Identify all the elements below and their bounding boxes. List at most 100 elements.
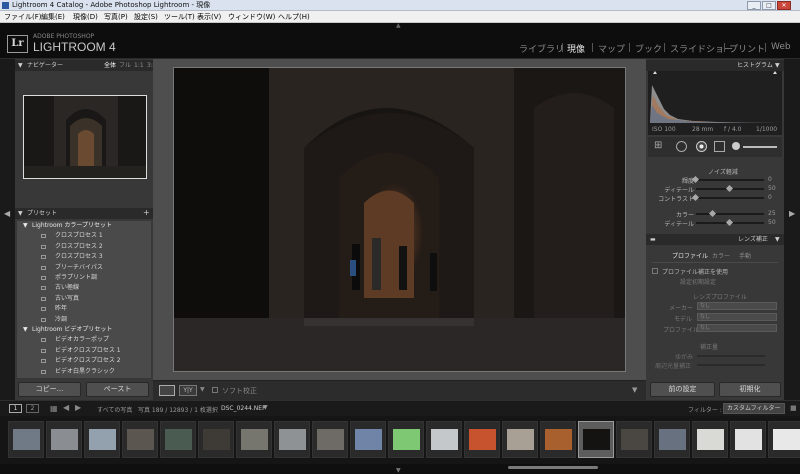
red-eye-icon[interactable] [696, 141, 707, 152]
profile-dropdown[interactable]: なし [697, 324, 777, 332]
preset-item[interactable]: 昨年 [17, 304, 151, 314]
maximize-button[interactable]: □ [762, 1, 776, 10]
reset-button[interactable]: 初期化 [719, 382, 781, 397]
filmstrip-thumbnail[interactable] [540, 421, 576, 458]
filmstrip-thumbnail[interactable] [616, 421, 652, 458]
filmstrip-thumbnail[interactable] [274, 421, 310, 458]
main-photo[interactable] [173, 67, 626, 372]
preset-item[interactable]: ビデオクロスプロセス 2 [17, 356, 151, 366]
loupe-view-icon[interactable] [159, 385, 175, 396]
filmstrip-scroll-thumb[interactable] [508, 466, 598, 469]
tab-profile[interactable]: プロファイル [672, 251, 708, 260]
preset-item[interactable]: 古い写真 [17, 294, 151, 304]
module-print[interactable]: プリント [729, 42, 765, 55]
zoom-1-1[interactable]: 1:1 [134, 60, 144, 71]
filmstrip-thumbnail[interactable] [236, 421, 272, 458]
grid-view-icon[interactable]: ▦ [50, 404, 58, 413]
maker-dropdown[interactable]: なし [697, 302, 777, 310]
view-dropdown-icon[interactable]: ▼ [200, 386, 205, 393]
menu-photo[interactable]: 写真(P) [104, 11, 128, 23]
preset-item[interactable]: クロスプロセス 1 [17, 231, 151, 241]
before-after-view-icon[interactable]: Y|Y [179, 385, 197, 396]
collapse-right-icon[interactable]: ▶ [789, 209, 795, 218]
filename-dropdown-icon[interactable]: ▼ [263, 404, 268, 411]
collapse-left-icon[interactable]: ◀ [4, 209, 10, 218]
model-dropdown[interactable]: なし [697, 313, 777, 321]
luminance-slider-track[interactable] [696, 179, 764, 181]
module-map[interactable]: マップ [598, 42, 625, 55]
histogram-header[interactable]: ヒストグラム ▼ [646, 60, 784, 71]
filmstrip-thumbnail[interactable] [388, 421, 424, 458]
preset-item[interactable]: 冷調 [17, 315, 151, 325]
menu-settings[interactable]: 設定(S) [134, 11, 158, 23]
crop-overlay-icon[interactable]: ⊞ [654, 140, 662, 151]
preset-item[interactable]: クロスプロセス 2 [17, 242, 151, 252]
copy-settings-button[interactable]: コピー... [18, 382, 81, 397]
graduated-filter-icon[interactable] [714, 141, 725, 152]
brush-size-slider[interactable] [743, 146, 777, 148]
enable-profile-checkbox[interactable] [652, 268, 658, 274]
filmstrip-thumbnail[interactable] [692, 421, 728, 458]
filmstrip-thumbnail[interactable] [46, 421, 82, 458]
collapse-bottom-icon[interactable]: ▼ [396, 467, 401, 474]
module-develop[interactable]: 現像 [567, 42, 585, 55]
filmstrip-thumbnail[interactable] [426, 421, 462, 458]
filmstrip-thumbnail[interactable] [730, 421, 766, 458]
preset-item[interactable]: ビデオカラーポップ [17, 335, 151, 345]
spot-removal-icon[interactable] [676, 141, 687, 152]
filmstrip-thumbnail[interactable] [312, 421, 348, 458]
module-web[interactable]: Web [771, 42, 791, 52]
source-label[interactable]: すべての写真 [97, 405, 132, 414]
filmstrip-thumbnail[interactable] [8, 421, 44, 458]
vignette-slider-track[interactable] [697, 364, 765, 366]
toolbar-menu-icon[interactable]: ▼ [632, 386, 637, 394]
menu-edit[interactable]: 編集(E) [41, 11, 65, 23]
menu-view[interactable]: 表示(V) [197, 11, 221, 23]
filmstrip-thumbnail[interactable] [198, 421, 234, 458]
left-panel-edge[interactable]: ◀ [0, 59, 15, 400]
preset-item[interactable]: ビデオ白黒クラシック [17, 367, 151, 377]
filmstrip-thumbnail[interactable] [654, 421, 690, 458]
menu-tools[interactable]: ツール(T) [164, 11, 195, 23]
preset-item[interactable]: ブリーチバイパス [17, 263, 151, 273]
filmstrip-thumbnail[interactable] [160, 421, 196, 458]
preset-item[interactable]: 古い極線 [17, 283, 151, 293]
module-library[interactable]: ライブラリ [519, 42, 564, 55]
histogram[interactable]: ISO 100 28 mm f / 4.0 1/1000 [648, 71, 782, 135]
navigator-header[interactable]: ▼ ナビゲーター 全体 フル 1:1 3:1 [15, 60, 157, 71]
filmstrip-thumbnail[interactable] [768, 421, 800, 458]
filter-dropdown[interactable]: カスタムフィルター [723, 403, 785, 414]
preset-item[interactable]: ポラプリント調 [17, 273, 151, 283]
soft-proof-checkbox[interactable] [212, 387, 218, 393]
add-preset-icon[interactable]: + [143, 208, 150, 218]
preset-item[interactable]: クロスプロセス 3 [17, 252, 151, 262]
filmstrip-thumbnail[interactable] [350, 421, 386, 458]
previous-settings-button[interactable]: 前の設定 [650, 382, 715, 397]
panel-switch-icon[interactable]: ▬ [650, 234, 656, 245]
filmstrip-thumbnail[interactable] [578, 421, 614, 458]
paste-settings-button[interactable]: ペースト [86, 382, 149, 397]
presets-header[interactable]: ▼ プリセット + [15, 208, 153, 219]
setup-value[interactable]: 初期設定 [692, 277, 716, 286]
menu-file[interactable]: ファイル(F) [4, 11, 42, 23]
preset-group-color[interactable]: ▼ Lightroom カラープリセット [17, 221, 151, 231]
window-2-button[interactable]: 2 [26, 404, 39, 413]
window-1-button[interactable]: 1 [9, 404, 22, 413]
luminance-detail-slider-knob[interactable] [725, 184, 734, 193]
previous-icon[interactable]: ◀ [63, 403, 69, 412]
zoom-fit[interactable]: 全体 [104, 60, 116, 71]
lens-correction-header[interactable]: ▬ レンズ補正 ▼ [646, 234, 784, 245]
distortion-slider-track[interactable] [697, 355, 765, 357]
preset-item[interactable]: ビデオクロスプロセス 1 [17, 346, 151, 356]
filmstrip-thumbnail[interactable] [502, 421, 538, 458]
filmstrip-thumbnail[interactable] [84, 421, 120, 458]
color-slider-track[interactable] [696, 213, 764, 215]
tab-manual[interactable]: 手動 [739, 251, 751, 260]
minimize-button[interactable]: _ [747, 1, 761, 10]
right-panel-edge[interactable]: ▶ [784, 59, 800, 400]
navigator-preview[interactable] [23, 95, 147, 179]
menu-window[interactable]: ウィンドウ(W) [228, 11, 275, 23]
next-icon[interactable]: ▶ [75, 403, 81, 412]
luminance-contrast-slider-track[interactable] [696, 197, 764, 199]
zoom-fill[interactable]: フル [119, 60, 131, 71]
